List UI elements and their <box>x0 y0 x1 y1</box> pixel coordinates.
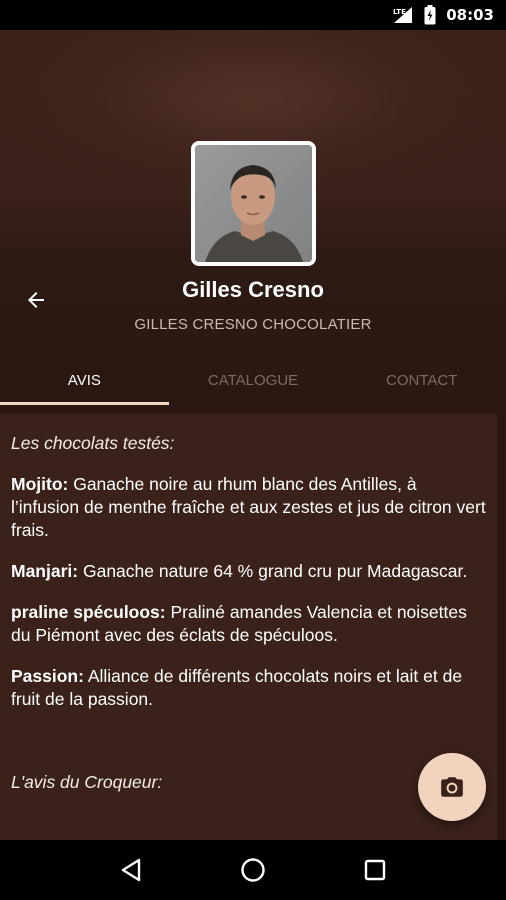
tab-bar: AVIS CATALOGUE CONTACT <box>0 355 506 405</box>
chocolate-name: Passion: <box>11 666 84 686</box>
camera-button[interactable] <box>418 753 486 821</box>
nav-back-button[interactable] <box>111 850 151 890</box>
profile-name: Gilles Cresno <box>182 277 324 302</box>
profile-subtitle: GILLES CRESNO CHOCOLATIER <box>134 316 372 333</box>
tab-contact[interactable]: CONTACT <box>337 355 506 405</box>
recents-square-icon <box>364 859 386 881</box>
profile-header: Gilles Cresno GILLES CRESNO CHOCOLATIER … <box>0 30 506 405</box>
avatar[interactable] <box>191 141 316 266</box>
battery-icon <box>424 5 436 25</box>
chocolate-name: praline spéculoos: <box>11 602 166 622</box>
back-triangle-icon <box>121 858 141 882</box>
chocolate-name: Mojito: <box>11 474 69 494</box>
tab-catalogue[interactable]: CATALOGUE <box>169 355 338 405</box>
chocolate-item: Passion: Alliance de différents chocolat… <box>11 665 487 711</box>
chocolate-description: Ganache nature 64 % grand cru pur Madaga… <box>78 561 468 581</box>
lte-signal-icon: LTE <box>392 6 414 24</box>
status-time: 08:03 <box>446 6 494 24</box>
home-circle-icon <box>241 858 265 882</box>
navigation-bar <box>0 840 506 900</box>
review-intro: Les chocolats testés: <box>11 433 175 453</box>
status-bar: LTE 08:03 <box>0 0 506 30</box>
chocolate-description: Ganache noire au rhum blanc des Antilles… <box>11 474 486 540</box>
svg-text:LTE: LTE <box>393 8 406 16</box>
tab-avis[interactable]: AVIS <box>0 355 169 405</box>
chocolate-item: Mojito: Ganache noire au rhum blanc des … <box>11 473 487 542</box>
opinion-heading: L'avis du Croqueur: <box>11 772 163 792</box>
chocolate-item: praline spéculoos: Praliné amandes Valen… <box>11 601 487 647</box>
chocolate-name: Manjari: <box>11 561 79 581</box>
nav-home-button[interactable] <box>233 850 273 890</box>
camera-icon <box>441 777 463 797</box>
nav-recents-button[interactable] <box>355 850 395 890</box>
chocolate-item: Manjari: Ganache nature 64 % grand cru p… <box>11 560 487 583</box>
